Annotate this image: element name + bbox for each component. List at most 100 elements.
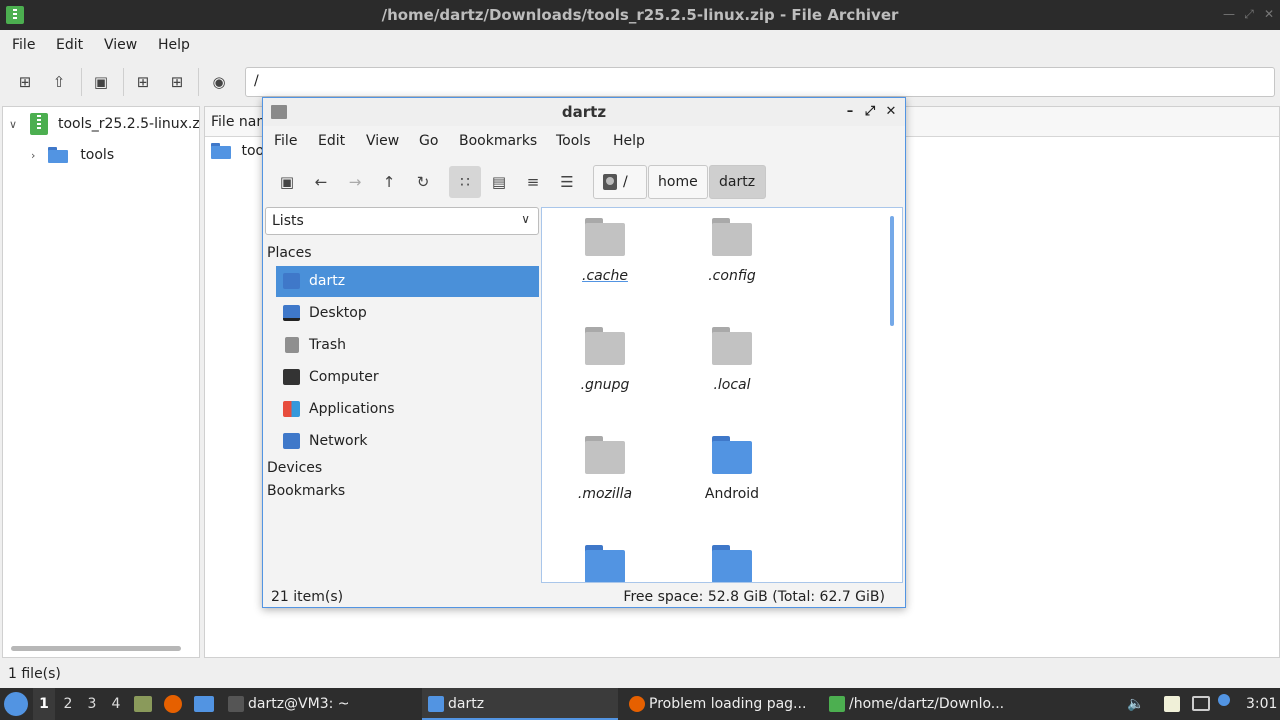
menu-file[interactable]: File (274, 133, 297, 149)
minimize-icon[interactable]: – (841, 102, 859, 122)
up-arrow-icon[interactable]: ↑ (373, 166, 405, 198)
archiver-window-title: /home/dartz/Downloads/tools_r25.2.5-linu… (381, 6, 899, 24)
place-desktop[interactable]: Desktop (276, 298, 539, 329)
workspace-2[interactable]: 2 (57, 688, 79, 720)
menu-file[interactable]: File (12, 37, 35, 53)
breadcrumb-home[interactable]: home (648, 165, 708, 199)
firefox-launcher-icon[interactable] (164, 695, 182, 713)
file-item[interactable]: Android (677, 436, 787, 502)
thumbnail-view-icon[interactable]: ▤ (483, 166, 515, 198)
menu-help[interactable]: Help (613, 133, 645, 149)
detailed-view-icon[interactable]: ☰ (551, 166, 583, 198)
chevron-down-icon: ∨ (521, 212, 530, 226)
new-tab-icon[interactable]: ▣ (271, 166, 303, 198)
add-file-icon[interactable]: ⊞ (132, 71, 154, 93)
desktop-launcher-icon[interactable] (194, 696, 214, 712)
computer-icon (283, 369, 300, 385)
task-dartz[interactable]: dartz (422, 688, 618, 720)
file-item-label: .local (713, 377, 751, 393)
file-item[interactable]: .local (677, 327, 787, 393)
file-item-label: Android (704, 486, 760, 502)
add-folder-icon[interactable]: ⊞ (166, 71, 188, 93)
volume-icon[interactable]: 🔈 (1126, 688, 1146, 720)
menu-edit[interactable]: Edit (56, 37, 83, 53)
stop-icon[interactable]: ◉ (208, 71, 230, 93)
chevron-down-icon[interactable]: ∨ (9, 118, 17, 131)
tree-child-label: tools (80, 147, 115, 163)
workspace-4[interactable]: 4 (105, 688, 127, 720)
item-count: 21 item(s) (271, 589, 344, 605)
menu-help[interactable]: Help (158, 37, 190, 53)
tree-row-tools[interactable]: › tools (31, 147, 114, 173)
workspace-3[interactable]: 3 (81, 688, 103, 720)
place-network[interactable]: Network (276, 426, 539, 457)
task-label: /home/dartz/Downlo... (849, 696, 1005, 712)
file-item[interactable]: .mozilla (550, 436, 660, 502)
place-trash[interactable]: Trash (276, 330, 539, 361)
tree-row-root[interactable]: ∨ tools_r25.2.5-linux.zip (9, 113, 199, 139)
breadcrumb-root-label: / (623, 174, 628, 190)
maximize-icon[interactable]: ⤢ (861, 102, 879, 122)
horizontal-scrollbar[interactable] (11, 646, 181, 651)
menu-view[interactable]: View (104, 37, 137, 53)
file-manager-launcher-icon[interactable] (134, 696, 152, 712)
side-pane-selector[interactable]: Lists ∨ (265, 207, 539, 235)
toolbar-separator (123, 68, 124, 96)
clipboard-icon[interactable] (1164, 696, 1180, 712)
archive-tree: ∨ tools_r25.2.5-linux.zip › tools (2, 106, 200, 658)
folder-icon (428, 696, 444, 712)
close-icon[interactable]: ✕ (1260, 5, 1278, 23)
place-computer[interactable]: Computer (276, 362, 539, 393)
terminal-icon (228, 696, 244, 712)
start-menu-icon[interactable] (4, 692, 28, 716)
icon-view-icon[interactable]: ∷ (449, 166, 481, 198)
workspace-1[interactable]: 1 (33, 688, 55, 720)
location-input[interactable]: / (245, 67, 1275, 97)
file-item[interactable]: .gnupg (550, 327, 660, 393)
minimize-icon[interactable]: — (1220, 5, 1238, 23)
menu-view[interactable]: View (366, 133, 399, 149)
task-firefox[interactable]: Problem loading pag... (623, 688, 819, 720)
folder-icon (211, 143, 231, 159)
maximize-icon[interactable]: ⤢ (1240, 5, 1258, 23)
network-icon[interactable] (1192, 696, 1210, 711)
folder-icon (712, 218, 752, 256)
back-arrow-icon[interactable]: ← (305, 166, 337, 198)
place-label: Trash (309, 337, 346, 353)
bookmarks-header[interactable]: Bookmarks (267, 483, 345, 499)
menu-edit[interactable]: Edit (318, 133, 345, 149)
zip-file-icon (29, 113, 48, 135)
reload-icon[interactable]: ↻ (407, 166, 439, 198)
home-folder-icon (283, 273, 300, 289)
menu-go[interactable]: Go (419, 133, 438, 149)
task-terminal[interactable]: dartz@VM3: ~ (222, 688, 418, 720)
place-label: Applications (309, 401, 395, 417)
archive-icon[interactable]: ▣ (90, 71, 112, 93)
extract-icon[interactable]: ⇧ (48, 71, 70, 93)
menu-tools[interactable]: Tools (556, 133, 591, 149)
list-view-icon[interactable]: ≡ (517, 166, 549, 198)
places-header[interactable]: Places (267, 245, 312, 261)
breadcrumb-root[interactable]: / (593, 165, 647, 199)
applications-icon (283, 401, 300, 417)
forward-arrow-icon[interactable]: → (339, 166, 371, 198)
file-item[interactable]: .cache (550, 218, 660, 284)
breadcrumb-dartz[interactable]: dartz (709, 165, 766, 199)
task-archiver[interactable]: /home/dartz/Downlo... (823, 688, 1019, 720)
place-applications[interactable]: Applications (276, 394, 539, 425)
file-item[interactable] (677, 545, 787, 582)
file-item-label: .mozilla (577, 486, 633, 502)
file-manager-window: dartz – ⤢ ✕ File Edit View Go Bookmarks … (262, 97, 906, 608)
clock[interactable]: 3:01 (1246, 688, 1277, 720)
devices-header[interactable]: Devices (267, 460, 322, 476)
vertical-scrollbar[interactable] (890, 216, 894, 326)
notification-icon[interactable] (1218, 694, 1230, 706)
menu-bookmarks[interactable]: Bookmarks (459, 133, 537, 149)
archiver-status: 1 file(s) (8, 666, 61, 682)
file-item[interactable] (550, 545, 660, 582)
close-icon[interactable]: ✕ (882, 102, 900, 122)
new-archive-icon[interactable]: ⊞ (14, 71, 36, 93)
file-item[interactable]: .config (677, 218, 787, 284)
chevron-right-icon[interactable]: › (31, 149, 35, 162)
place-dartz[interactable]: dartz (276, 266, 539, 297)
